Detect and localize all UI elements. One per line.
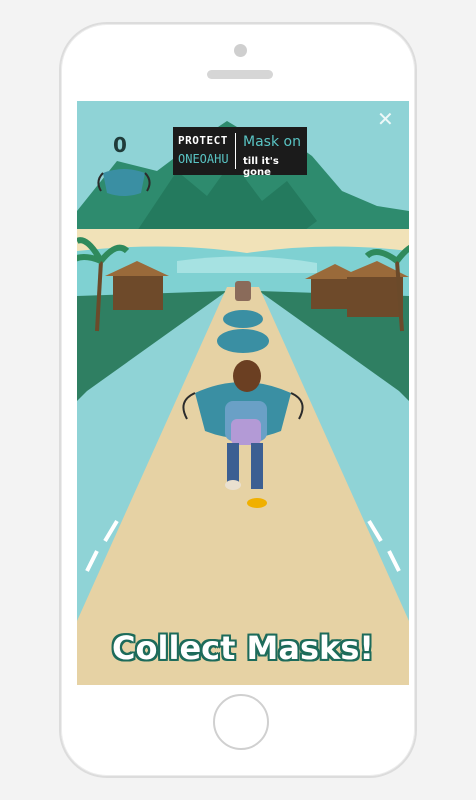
banner-divider	[235, 133, 236, 169]
mask-pickup-mid	[217, 329, 269, 353]
sponsor-banner: PROTECT ONEOAHU Mask on till it's gone	[173, 127, 307, 178]
close-icon[interactable]: ✕	[377, 107, 394, 131]
game-scene	[77, 101, 409, 685]
home-button[interactable]	[213, 694, 269, 750]
collect-masks-caption: Collect Masks!	[112, 629, 374, 667]
banner-tagline-2: till it's gone	[243, 156, 279, 178]
game-screen[interactable]: 0 ✕ PROTECT ONEOAHU Mask on till it's go…	[77, 101, 409, 685]
banner-line-1: PROTECT	[178, 134, 228, 147]
distant-runners	[235, 281, 251, 301]
banner-line-2: ONEOAHU	[178, 152, 229, 166]
mask-pickup-far	[223, 310, 263, 328]
hut-right-2	[347, 277, 403, 317]
banner-tagline-1: Mask on	[243, 134, 301, 150]
score-counter: 0	[113, 133, 127, 157]
hut-left	[113, 276, 163, 310]
speaker-grille	[207, 70, 273, 79]
camera-icon	[234, 44, 247, 57]
